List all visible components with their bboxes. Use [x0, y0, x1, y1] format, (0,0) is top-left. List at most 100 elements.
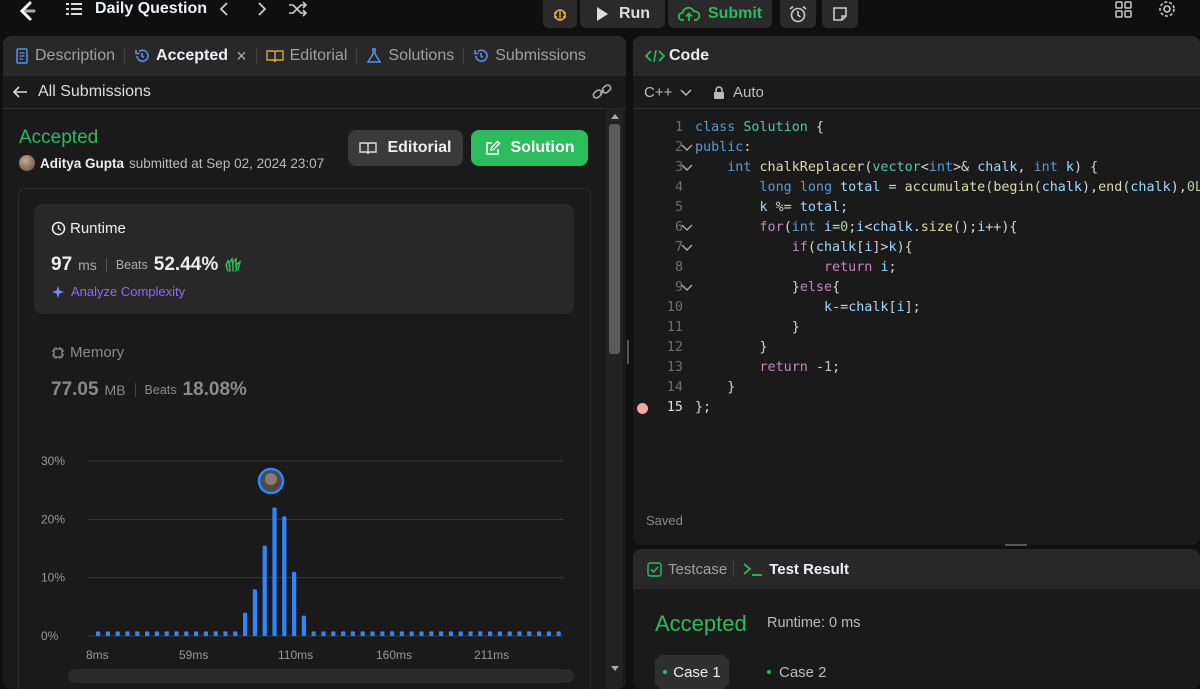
- code-line[interactable]: return -1;: [695, 358, 841, 378]
- runtime-card[interactable]: Runtime 97 ms Beats 52.44% Analyze Compl…: [34, 204, 574, 314]
- histogram-bar: [360, 631, 365, 636]
- case-1-tab[interactable]: Case 1: [655, 655, 729, 689]
- code-line[interactable]: }: [695, 318, 800, 338]
- tab-editorial-label: Editorial: [289, 47, 348, 64]
- language-select[interactable]: C++: [644, 84, 692, 101]
- scroll-up-icon[interactable]: [611, 114, 619, 119]
- y-tick-label: 10%: [41, 571, 65, 585]
- histogram-bar: [556, 631, 561, 636]
- code-line[interactable]: class Solution {: [695, 118, 824, 138]
- scrollbar-track[interactable]: [606, 108, 623, 689]
- left-panel: Description Accepted × Editorial Solutio…: [3, 36, 626, 689]
- submission-status: Accepted: [19, 127, 99, 148]
- run-button[interactable]: Run: [580, 0, 665, 28]
- code-line[interactable]: }else{: [695, 278, 840, 298]
- histogram-bar: [223, 631, 228, 636]
- fold-chevron-icon[interactable]: [681, 143, 693, 153]
- settings-gear-icon[interactable]: [1158, 0, 1176, 18]
- auto-mode[interactable]: Auto: [713, 84, 764, 101]
- histogram-bar: [135, 631, 140, 636]
- histogram-bar: [448, 631, 453, 636]
- code-line[interactable]: if(chalk[i]>k){: [695, 238, 913, 258]
- submit-button[interactable]: Submit: [668, 0, 772, 28]
- tab-testcase[interactable]: Testcase: [647, 549, 733, 589]
- breakpoint-dot[interactable]: [637, 403, 648, 414]
- code-line[interactable]: public:: [695, 138, 751, 158]
- tab-description[interactable]: Description: [3, 36, 124, 76]
- code-line[interactable]: };: [695, 398, 711, 418]
- pass-dot-icon: [663, 670, 668, 674]
- problem-list-icon[interactable]: [66, 0, 82, 18]
- memory-beats: 18.08%: [182, 379, 247, 400]
- daily-question-title[interactable]: Daily Question: [95, 0, 207, 20]
- code-line[interactable]: }: [695, 378, 735, 398]
- panel-resize-handle[interactable]: [1005, 544, 1027, 546]
- tab-test-result-label: Test Result: [769, 560, 849, 578]
- link-icon[interactable]: [592, 83, 612, 101]
- scroll-down-icon[interactable]: [611, 666, 619, 671]
- analyze-complexity-label: Analyze Complexity: [71, 284, 186, 299]
- line-number: 2: [674, 140, 683, 155]
- histogram-bar: [115, 631, 120, 636]
- notes-button[interactable]: [822, 0, 858, 28]
- analyze-complexity-link[interactable]: Analyze Complexity: [51, 284, 185, 299]
- checkbox-icon: [647, 561, 662, 577]
- author-name[interactable]: Aditya Gupta: [40, 156, 124, 171]
- flask-icon: [366, 48, 382, 64]
- timer-button[interactable]: [780, 0, 816, 28]
- x-tick-label: 59ms: [179, 648, 208, 662]
- line-number: 12: [666, 340, 683, 355]
- layout-grid-icon[interactable]: [1115, 0, 1132, 18]
- code-line[interactable]: }: [695, 338, 767, 358]
- runtime-beats: 52.44%: [153, 254, 219, 275]
- histogram-bar: [458, 631, 463, 636]
- tab-description-label: Description: [35, 47, 116, 64]
- chevron-left-icon[interactable]: [218, 0, 230, 18]
- histogram-bar: [282, 516, 287, 636]
- editorial-button[interactable]: Editorial: [348, 130, 463, 166]
- code-line[interactable]: k-=chalk[i];: [695, 298, 921, 318]
- debug-button[interactable]: [543, 0, 577, 28]
- all-submissions-label: All Submissions: [38, 83, 151, 100]
- tab-editorial[interactable]: Editorial: [257, 36, 357, 76]
- memory-value: 77.05: [51, 379, 99, 400]
- fold-chevron-icon[interactable]: [681, 243, 693, 253]
- y-tick-label: 0%: [41, 629, 59, 643]
- tab-solutions[interactable]: Solutions: [357, 36, 463, 76]
- tab-accepted[interactable]: Accepted ×: [125, 36, 256, 76]
- case-2-tab[interactable]: Case 2: [767, 655, 827, 689]
- memory-header[interactable]: Memory: [51, 344, 124, 361]
- tab-submissions[interactable]: Submissions: [464, 36, 595, 76]
- leetcode-logo[interactable]: [16, 0, 38, 22]
- histogram-bar: [233, 631, 238, 636]
- code-line[interactable]: return i;: [695, 258, 897, 278]
- histogram-bar: [292, 571, 297, 636]
- solution-button[interactable]: Solution: [471, 130, 588, 166]
- fold-chevron-icon[interactable]: [681, 283, 693, 293]
- histogram-bar: [527, 631, 532, 636]
- chevron-right-icon[interactable]: [256, 0, 268, 18]
- x-tick-label: 211ms: [474, 648, 509, 662]
- histogram-bar: [243, 612, 248, 636]
- runtime-distribution-chart: 30% 20% 10% 0% 8ms 59ms 110ms 160ms 211ms: [41, 454, 563, 662]
- code-line[interactable]: int chalkReplacer(vector<int>& chalk, in…: [695, 158, 1098, 178]
- code-editor[interactable]: 1 class Solution {2 public: 3 int chalkRepl…: [633, 118, 1200, 418]
- histogram-bar: [184, 631, 189, 636]
- divider: [105, 258, 107, 272]
- avatar[interactable]: [19, 155, 35, 171]
- back-to-submissions[interactable]: All Submissions: [12, 83, 151, 101]
- book-icon: [359, 140, 378, 156]
- panel-resize-handle[interactable]: [627, 340, 629, 364]
- code-line[interactable]: long long total = accumulate(begin(chalk…: [695, 178, 1200, 198]
- scrollbar-thumb[interactable]: [609, 124, 620, 354]
- chart-scrollbar[interactable]: [68, 669, 574, 683]
- fold-chevron-icon[interactable]: [681, 223, 693, 233]
- shuffle-icon[interactable]: [288, 0, 308, 18]
- code-line[interactable]: k %= total;: [695, 198, 849, 218]
- line-number: 11: [666, 320, 683, 335]
- tab-test-result[interactable]: Test Result: [734, 549, 858, 589]
- runtime-header: Runtime: [51, 220, 126, 237]
- code-line[interactable]: for(int i=0;i<chalk.size();i++){: [695, 218, 1018, 238]
- close-icon[interactable]: ×: [236, 46, 247, 67]
- fold-chevron-icon[interactable]: [681, 163, 693, 173]
